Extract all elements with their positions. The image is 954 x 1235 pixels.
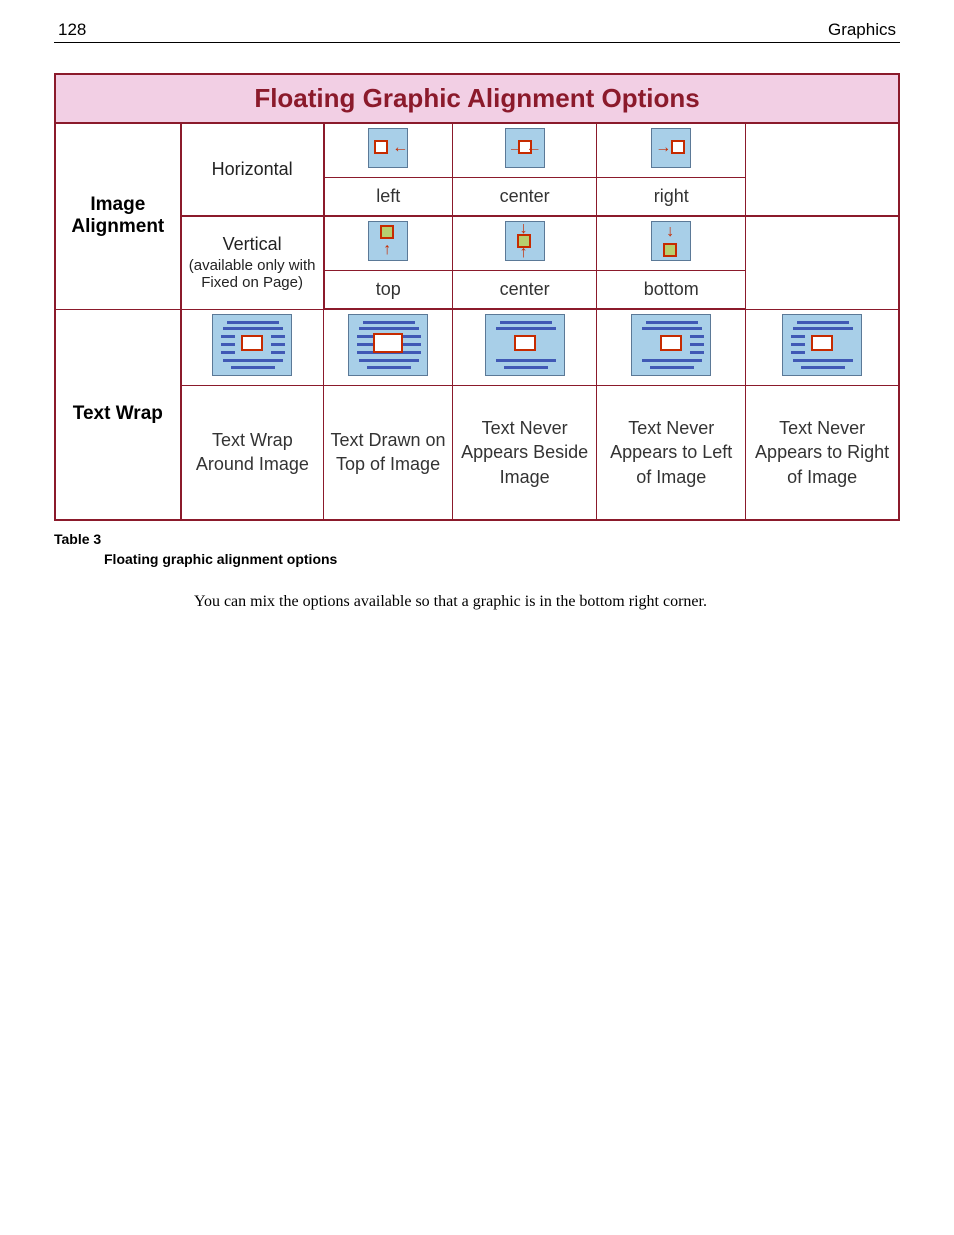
- row-text-wrap: Text Wrap: [55, 309, 181, 520]
- align-hcenter-icon: → ←: [505, 128, 545, 168]
- label-wrap-around: Text Wrap Around Image: [181, 386, 324, 520]
- align-right-icon: →: [651, 128, 691, 168]
- table-title: Floating Graphic Alignment Options: [55, 74, 899, 123]
- cell-wrap-noleft-icon: [597, 309, 746, 386]
- body-text: You can mix the options available so tha…: [194, 593, 900, 611]
- align-top-icon: ↑: [368, 221, 408, 261]
- wrap-ontop-icon: [348, 314, 428, 376]
- wrap-around-icon: [212, 314, 292, 376]
- label-horiz-right: right: [597, 178, 746, 217]
- align-vcenter-icon: ↓ ↑: [505, 221, 545, 261]
- align-bottom-icon: ↓: [651, 221, 691, 261]
- wrap-noright-icon: [782, 314, 862, 376]
- cell-wrap-noright-icon: [746, 309, 899, 386]
- wrap-noleft-icon: [631, 314, 711, 376]
- label-vert-bottom: bottom: [597, 271, 746, 310]
- caption-desc: Floating graphic alignment options: [104, 551, 900, 567]
- label-horiz-left: left: [324, 178, 453, 217]
- label-vert-center: center: [453, 271, 597, 310]
- label-wrap-noleft: Text Never Appears to Left of Image: [597, 386, 746, 520]
- subhead-vertical-note: (available only with Fixed on Page): [188, 257, 317, 291]
- empty-cell-2: [746, 216, 899, 309]
- label-wrap-noright: Text Never Appears to Right of Image: [746, 386, 899, 520]
- cell-vert-top-icon: ↑: [324, 216, 453, 271]
- table-caption: Table 3 Floating graphic alignment optio…: [54, 531, 900, 567]
- page-number: 128: [58, 20, 86, 40]
- cell-wrap-nobeside-icon: [453, 309, 597, 386]
- cell-horiz-right-icon: →: [597, 123, 746, 178]
- cell-wrap-around-icon: [181, 309, 324, 386]
- subhead-vertical-label: Vertical: [223, 234, 282, 254]
- row-image-alignment: Image Alignment: [55, 123, 181, 309]
- label-horiz-center: center: [453, 178, 597, 217]
- cell-wrap-ontop-icon: [324, 309, 453, 386]
- label-wrap-nobeside: Text Never Appears Beside Image: [453, 386, 597, 520]
- section-name: Graphics: [828, 20, 896, 40]
- cell-horiz-left-icon: ←: [324, 123, 453, 178]
- subhead-horizontal-label: Horizontal: [212, 159, 293, 179]
- document-page: 128 Graphics Floating Graphic Alignment …: [0, 0, 954, 665]
- subhead-horizontal: Horizontal: [181, 123, 324, 216]
- empty-cell: [746, 123, 899, 216]
- wrap-nobeside-icon: [485, 314, 565, 376]
- page-header: 128 Graphics: [54, 20, 900, 43]
- subhead-vertical: Vertical (available only with Fixed on P…: [181, 216, 324, 309]
- cell-vert-center-icon: ↓ ↑: [453, 216, 597, 271]
- cell-horiz-center-icon: → ←: [453, 123, 597, 178]
- label-wrap-ontop: Text Drawn on Top of Image: [324, 386, 453, 520]
- align-left-icon: ←: [368, 128, 408, 168]
- alignment-options-table: Floating Graphic Alignment Options Image…: [54, 73, 900, 521]
- cell-vert-bottom-icon: ↓: [597, 216, 746, 271]
- caption-label: Table 3: [54, 531, 101, 547]
- label-vert-top: top: [324, 271, 453, 310]
